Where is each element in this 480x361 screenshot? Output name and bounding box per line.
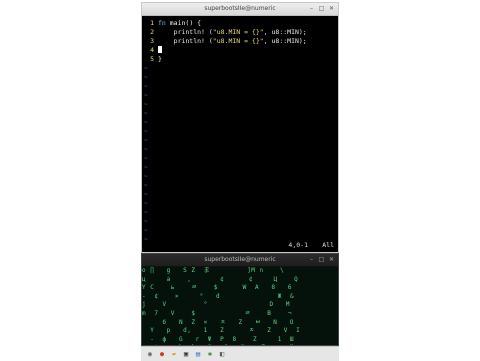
vim-terminal-window[interactable]: superbootsIIe@numeric – □ ✕ 4,0-1 All 1f… xyxy=(141,2,339,253)
empty-line-marker: ~ xyxy=(144,182,148,189)
vim-window-titlebar[interactable]: superbootsIIe@numeric – □ ✕ xyxy=(142,3,338,16)
empty-line-marker: ~ xyxy=(144,155,148,162)
code-token: println! ( xyxy=(158,37,213,45)
code-token: fn xyxy=(158,19,170,27)
empty-line-marker: ~ xyxy=(144,119,148,126)
code-line[interactable]: 5} xyxy=(144,55,162,64)
maximize-icon[interactable]: □ xyxy=(317,255,326,264)
matrix-row: б N Z × ㅈ Z ㅂ N O xyxy=(142,318,294,326)
code-line[interactable]: 3 println! ("u8.MIN = {}", u8::MIN); xyxy=(144,37,307,46)
minimize-icon[interactable]: – xyxy=(307,4,316,13)
terminal-icon[interactable]: ▣ xyxy=(181,349,191,359)
editor-icon[interactable]: ▤ xyxy=(193,349,203,359)
text-cursor xyxy=(158,46,162,53)
vim-cursor-position: 4,0-1 xyxy=(288,241,308,249)
empty-line-marker: ~ xyxy=(144,128,148,135)
code-token: , u8::MIN); xyxy=(263,37,307,45)
matrix-row: Y C ь ㄹ $ W A 8 6 xyxy=(142,284,292,292)
empty-line-marker: ~ xyxy=(144,74,148,81)
maximize-icon[interactable]: □ xyxy=(317,4,326,13)
minimize-icon[interactable]: – xyxy=(307,255,316,264)
browser-icon[interactable]: ● xyxy=(157,349,167,359)
matrix-row: - ¢ × ° d Ж & xyxy=(142,292,295,300)
settings-icon[interactable]: ✱ xyxy=(205,349,215,359)
empty-line-marker: ~ xyxy=(144,83,148,90)
empty-line-marker: ~ xyxy=(144,173,148,180)
empty-line-marker: ~ xyxy=(144,191,148,198)
vim-scroll-indicator: All xyxy=(322,241,334,249)
code-line[interactable]: 1 fn main() { xyxy=(144,19,201,28)
empty-line-marker: ~ xyxy=(144,92,148,99)
empty-line-marker: ~ xyxy=(144,65,148,72)
empty-line-marker: ~ xyxy=(144,200,148,207)
empty-line-marker: ~ xyxy=(144,236,148,243)
code-line[interactable]: 2 println! ("u8.MIN = {}", u8::MIN); xyxy=(144,28,307,37)
matrix-row: ц a , ¢ ¢ Ц Q xyxy=(142,275,299,283)
files-icon[interactable]: ▰ xyxy=(169,349,179,359)
code-line[interactable]: 4 xyxy=(144,46,162,55)
empty-line-marker: ~ xyxy=(144,110,148,117)
letterbox-right xyxy=(339,0,480,360)
network-icon[interactable]: ◧ xyxy=(217,349,227,359)
matrix-terminal-window[interactable]: superbootsIIe@numeric – □ ✕ o ∏ g S Z ま … xyxy=(141,253,339,346)
matrix-row: - ф G r Ψ P 8 Z 1 Ш xyxy=(142,335,295,343)
empty-line-marker: ~ xyxy=(144,218,148,225)
close-icon[interactable]: ✕ xyxy=(327,4,336,13)
empty-line-marker: ~ xyxy=(144,137,148,144)
code-token: , u8::MIN); xyxy=(263,28,307,36)
code-token: main xyxy=(169,19,186,27)
line-number: 2 xyxy=(150,28,154,36)
empty-line-marker: ~ xyxy=(144,209,148,216)
line-number: 1 xyxy=(150,19,154,27)
line-number: 3 xyxy=(150,37,154,45)
code-token: "u8.MIN = {}" xyxy=(212,28,264,36)
close-icon[interactable]: ✕ xyxy=(327,255,336,264)
code-token: } xyxy=(158,55,162,63)
matrix-row: Y р d, 1 Z ㅈ Z V I xyxy=(142,327,301,335)
line-number: 4 xyxy=(150,46,154,54)
start-menu-icon[interactable]: ◉ xyxy=(145,349,155,359)
code-token: () { xyxy=(185,19,202,27)
matrix-row: m 7 V $ ㄹ B ¬ xyxy=(142,309,292,317)
letterbox-left xyxy=(0,0,141,360)
empty-line-marker: ~ xyxy=(144,146,148,153)
empty-line-marker: ~ xyxy=(144,164,148,171)
matrix-rain-output: o ∏ g S Z ま ]M ∩ \ ц a , ¢ ¢ Ц QY C ь ㄹ $… xyxy=(142,267,338,345)
matrix-row: j V ° D M xyxy=(142,301,291,309)
matrix-row: a ф a h k ä S ö Z ∂ Ю xyxy=(142,344,338,345)
empty-line-marker: ~ xyxy=(144,227,148,234)
code-token: println! ( xyxy=(158,28,213,36)
vim-editor-buffer[interactable]: 4,0-1 All 1 fn main() {2 println! ("u8.MI… xyxy=(142,16,338,252)
line-number: 5 xyxy=(150,55,154,63)
empty-line-marker: ~ xyxy=(144,101,148,108)
matrix-window-titlebar[interactable]: superbootsIIe@numeric – □ ✕ xyxy=(142,254,338,267)
taskbar: ◉ ● ▰ ▣ ▤ ✱ ◧ xyxy=(141,346,339,361)
code-token: "u8.MIN = {}" xyxy=(212,37,264,45)
matrix-row: o ∏ g S Z ま ]M ∩ \ xyxy=(142,267,285,274)
